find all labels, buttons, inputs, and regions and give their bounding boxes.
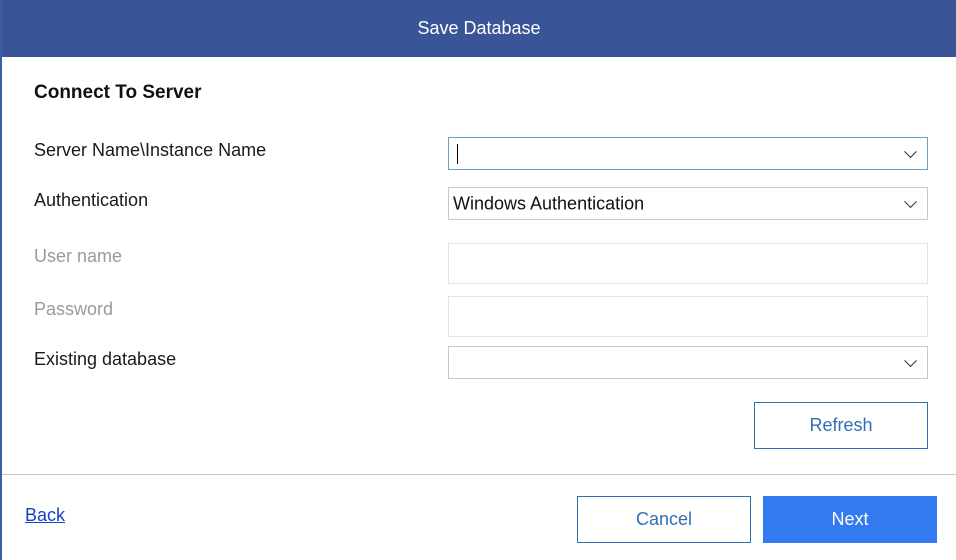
existing-database-select[interactable] xyxy=(448,346,928,379)
chevron-down-icon[interactable] xyxy=(904,144,917,158)
server-name-combobox[interactable] xyxy=(448,137,928,170)
cancel-button[interactable]: Cancel xyxy=(577,496,751,543)
username-label: User name xyxy=(34,246,123,266)
chevron-down-icon[interactable] xyxy=(904,353,917,367)
password-input[interactable] xyxy=(448,296,928,337)
chevron-down-icon[interactable] xyxy=(904,194,917,208)
back-link[interactable]: Back xyxy=(25,505,65,526)
footer-divider xyxy=(2,474,956,475)
authentication-label: Authentication xyxy=(34,190,149,210)
username-input[interactable] xyxy=(448,243,928,284)
window-title: Save Database xyxy=(417,18,541,38)
server-name-label: Server Name\Instance Name xyxy=(34,140,267,160)
password-label: Password xyxy=(34,299,114,319)
title-bar: Save Database xyxy=(2,0,956,57)
next-button[interactable]: Next xyxy=(763,496,937,543)
section-title: Connect To Server xyxy=(34,82,202,103)
text-cursor xyxy=(457,144,458,164)
authentication-select[interactable]: Windows Authentication xyxy=(448,187,928,220)
save-database-dialog: Save Database Connect To Server Server N… xyxy=(0,0,956,560)
existing-database-label: Existing database xyxy=(34,349,177,369)
refresh-button[interactable]: Refresh xyxy=(754,402,928,449)
authentication-value: Windows Authentication xyxy=(453,193,645,213)
